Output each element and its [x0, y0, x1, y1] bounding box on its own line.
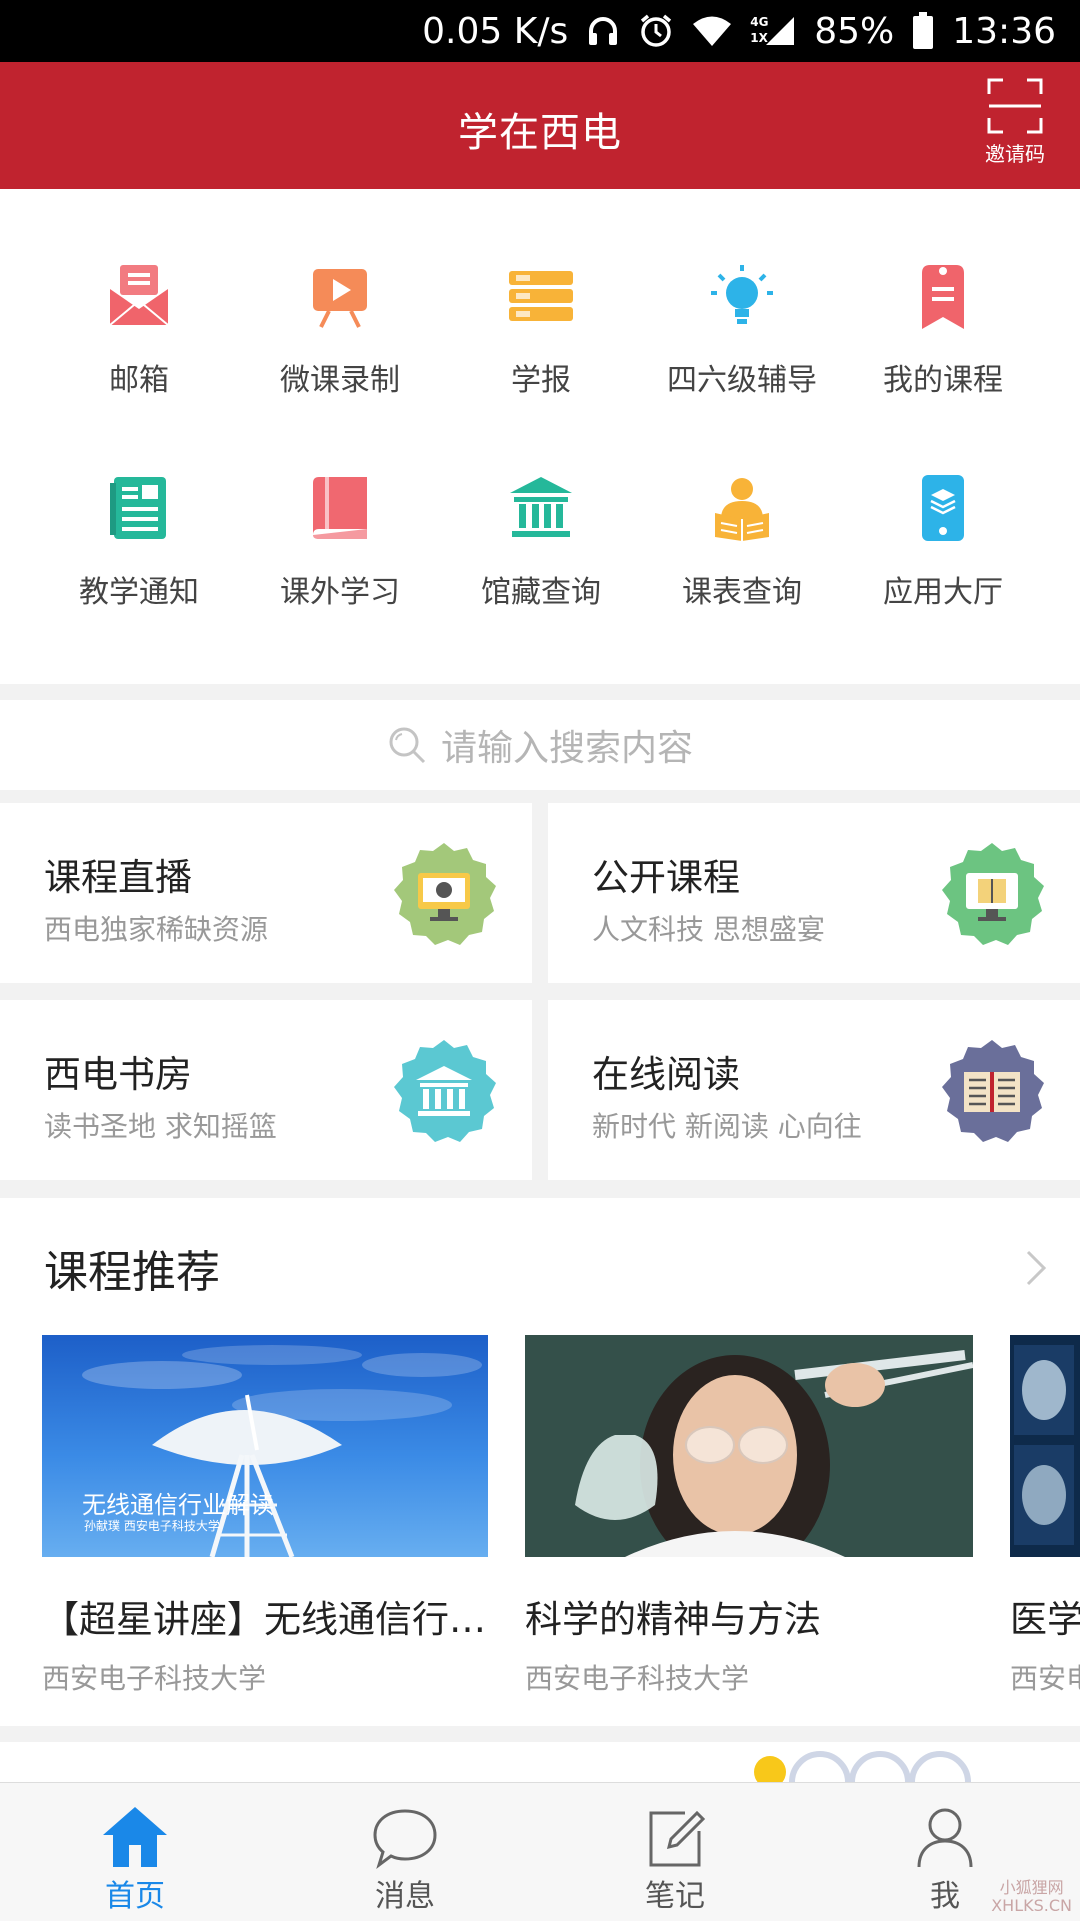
grid-item-label: 课外学习 [280, 575, 400, 610]
home-icon [103, 1807, 167, 1867]
card-subtitle: 读书圣地 求知摇篮 [44, 1110, 277, 1143]
card-live-course[interactable]: 课程直播 西电独家稀缺资源 [0, 803, 532, 983]
tab-notes[interactable]: 笔记 [605, 1805, 745, 1915]
grid-item-label: 馆藏查询 [481, 575, 601, 610]
bookmark-icon [922, 265, 964, 329]
course-title: 【超星讲座】无线通信行业解读 [42, 1598, 488, 1641]
building-badge-icon [394, 1040, 496, 1142]
book-icon [313, 477, 367, 539]
reader-icon [715, 478, 769, 541]
grid-item-label: 四六级辅导 [667, 363, 817, 398]
open-book-badge-icon [942, 1040, 1044, 1142]
course-source: 西安电 [1010, 1662, 1080, 1695]
watermark-line2: XHLKS.CN [991, 1896, 1072, 1915]
grid-item-micro-course[interactable]: 微课录制 [240, 261, 440, 441]
video-record-icon [313, 269, 367, 328]
card-online-reading[interactable]: 在线阅读 新时代 新阅读 心向往 [548, 1000, 1080, 1180]
card-title: 在线阅读 [592, 1053, 740, 1096]
grid-item-timetable[interactable]: 课表查询 [642, 473, 842, 653]
recommend-course-card[interactable]: 医学 西安电 [1010, 1335, 1080, 1697]
alarm-icon [638, 13, 674, 49]
section-title: 课程推荐 [44, 1247, 220, 1298]
chat-bubble-icon [373, 1809, 437, 1869]
course-source: 西安电子科技大学 [42, 1662, 267, 1695]
scan-icon [987, 78, 1043, 134]
grid-item-mail[interactable]: 邮箱 [39, 261, 239, 441]
chevron-right-icon[interactable] [1024, 1248, 1050, 1288]
course-title: 科学的精神与方法 [525, 1598, 821, 1641]
grid-item-extracurricular[interactable]: 课外学习 [240, 473, 440, 653]
network-speed: 0.05 K/s [422, 10, 569, 52]
app-phone-icon [922, 475, 964, 541]
books-icon [509, 271, 573, 321]
grid-item-collection-search[interactable]: 馆藏查询 [441, 473, 641, 653]
grid-item-my-courses[interactable]: 我的课程 [843, 261, 1043, 441]
course-title: 医学 [1010, 1598, 1080, 1641]
page-title: 学在西电 [458, 110, 622, 156]
note-edit-icon [649, 1810, 706, 1867]
invite-code-label: 邀请码 [985, 142, 1045, 166]
tab-home[interactable]: 首页 [65, 1805, 205, 1915]
grid-item-label: 邮箱 [109, 363, 169, 398]
tab-label: 首页 [105, 1879, 165, 1914]
network-type-2: 1X [750, 31, 768, 45]
search-icon [389, 727, 426, 764]
search-placeholder: 请输入搜索内容 [440, 728, 693, 769]
card-title: 课程直播 [44, 856, 192, 899]
grid-item-app-hall[interactable]: 应用大厅 [843, 473, 1043, 653]
headphones-icon [586, 14, 620, 48]
watermark: 小狐狸网 XHLKS.CN [991, 1879, 1072, 1915]
invite-code-button[interactable]: 邀请码 [976, 78, 1054, 167]
bottom-tab-bar: 首页 消息 笔记 我 小狐狸网 XHLKS.CN [0, 1782, 1080, 1921]
recommend-course-card[interactable]: 科学的精神与方法 西安电子科技大学 [525, 1335, 985, 1697]
grid-item-label: 学报 [511, 363, 571, 398]
grid-item-label: 课表查询 [682, 575, 802, 610]
card-subtitle: 新时代 新阅读 心向往 [592, 1110, 862, 1143]
tab-label: 消息 [375, 1879, 435, 1914]
library-icon [510, 477, 572, 537]
battery-percent: 85% [814, 10, 895, 52]
grid-item-journal[interactable]: 学报 [441, 261, 641, 441]
screen-book-badge-icon [942, 843, 1044, 945]
grid-item-label: 我的课程 [883, 363, 1003, 398]
monitor-badge-icon [394, 843, 496, 945]
card-subtitle: 西电独家稀缺资源 [44, 913, 269, 946]
signal-icon: 4G 1X [750, 13, 796, 49]
card-title: 西电书房 [44, 1053, 192, 1096]
card-title: 公开课程 [592, 856, 740, 899]
watermark-line1: 小狐狸网 [999, 1878, 1064, 1897]
mail-icon [109, 265, 169, 326]
notice-icon [110, 477, 166, 539]
grid-item-label: 微课录制 [280, 363, 400, 398]
grid-item-cet-tutoring[interactable]: 四六级辅导 [642, 261, 842, 441]
lightbulb-icon [711, 265, 773, 324]
decorative-illustration [754, 1751, 971, 1782]
tab-label: 笔记 [645, 1879, 705, 1914]
next-section-peek [0, 1742, 1080, 1782]
course-thumbnail [525, 1335, 973, 1557]
grid-item-label: 应用大厅 [883, 575, 1003, 610]
clock: 13:36 [952, 10, 1056, 52]
card-subtitle: 人文科技 思想盛宴 [592, 913, 825, 946]
function-grid: 邮箱 微课录制 学报 四六级辅导 我的课程 教学通知 课外学习 馆藏查询 课表查… [0, 189, 1080, 684]
thumbnail-caption: 无线通信行业解读 [82, 1491, 274, 1519]
course-thumbnail [1010, 1335, 1080, 1557]
recommend-course-card[interactable]: 无线通信行业解读 孙献璞 西安电子科技大学 【超星讲座】无线通信行业解读 西安电… [42, 1335, 488, 1697]
search-bar[interactable]: 请输入搜索内容 [0, 700, 1080, 790]
course-source: 西安电子科技大学 [525, 1662, 750, 1695]
app-header: 学在西电 邀请码 [0, 62, 1080, 189]
course-thumbnail: 无线通信行业解读 孙献璞 西安电子科技大学 [42, 1335, 488, 1557]
battery-icon [912, 12, 934, 50]
course-recommend-section: 课程推荐 无线通信行业解读 孙献璞 西安电子科技大学 【超星讲座】无线通信行业解… [0, 1198, 1080, 1726]
thumbnail-subcaption: 孙献璞 西安电子科技大学 [84, 1519, 220, 1533]
user-icon [917, 1808, 973, 1868]
card-xidian-study[interactable]: 西电书房 读书圣地 求知摇篮 [0, 1000, 532, 1180]
card-open-course[interactable]: 公开课程 人文科技 思想盛宴 [548, 803, 1080, 983]
tab-messages[interactable]: 消息 [335, 1805, 475, 1915]
status-bar: 0.05 K/s 4G 1X 85% 13:36 [0, 0, 1080, 62]
grid-item-teaching-notice[interactable]: 教学通知 [39, 473, 239, 653]
grid-item-label: 教学通知 [79, 575, 199, 610]
wifi-icon [692, 15, 732, 47]
